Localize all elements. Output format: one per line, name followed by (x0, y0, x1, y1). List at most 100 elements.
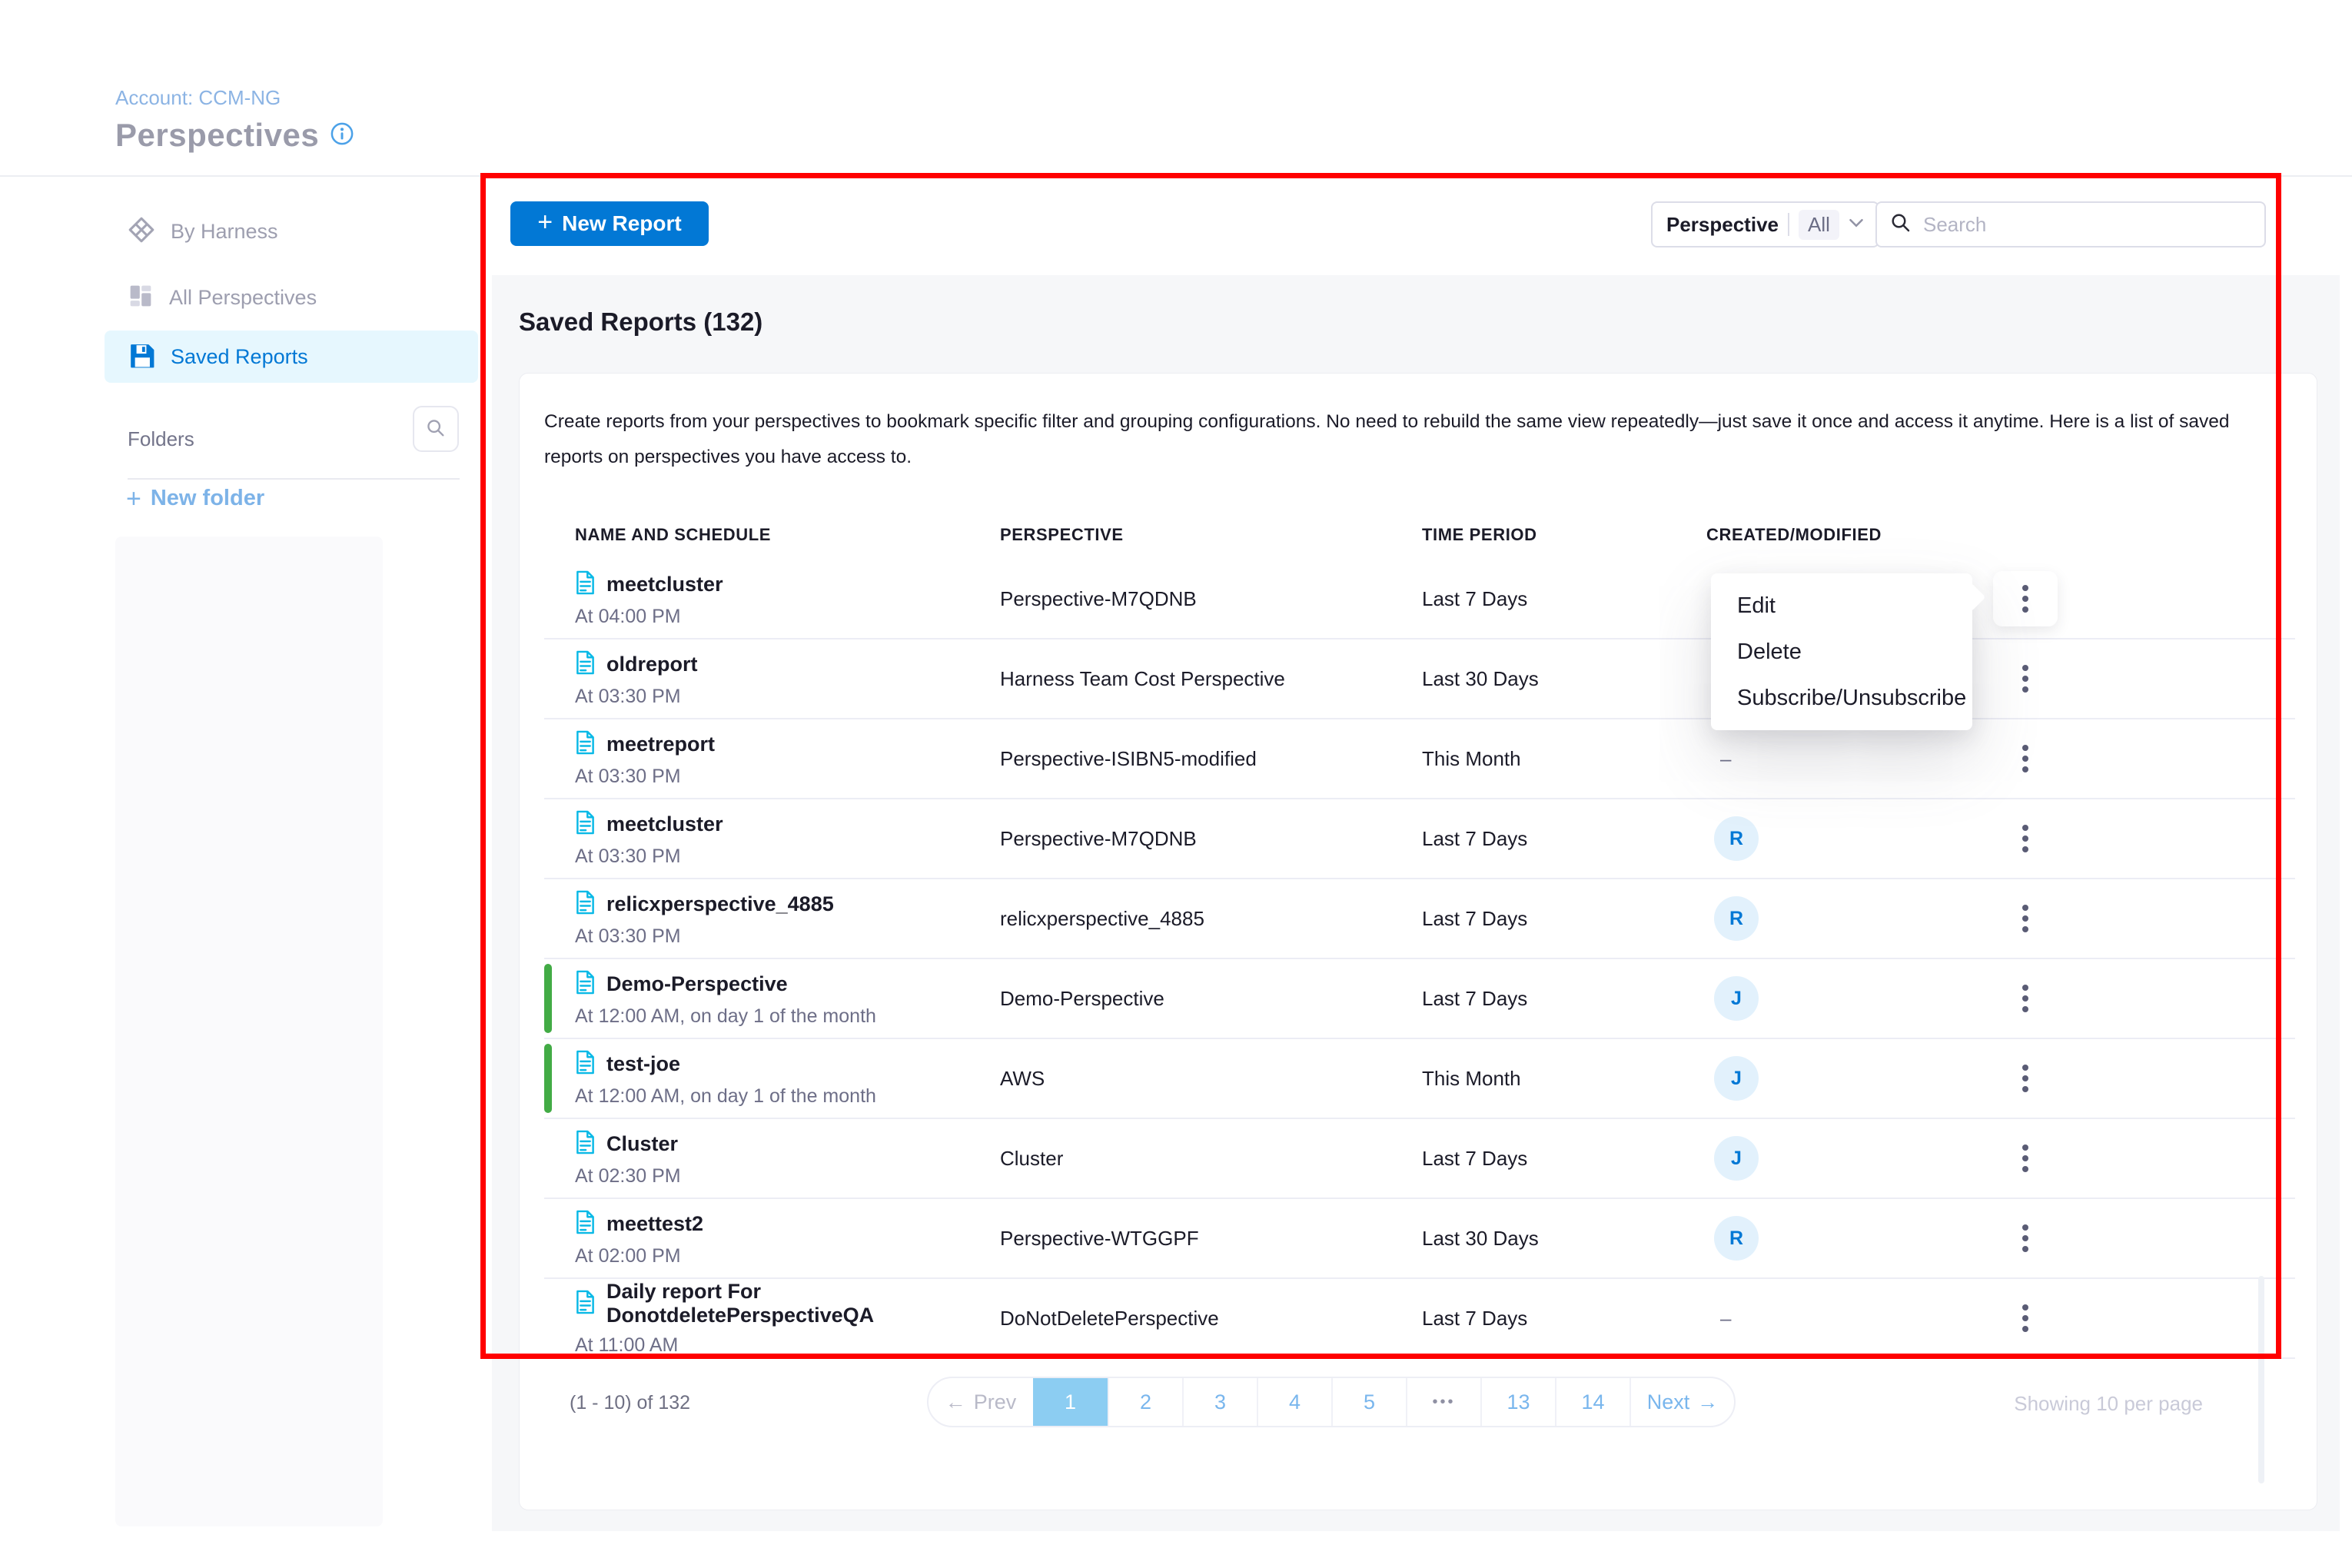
report-schedule: At 11:00 AM (575, 1334, 1000, 1357)
row-menu-button[interactable] (1993, 1051, 2058, 1106)
row-menu-button[interactable] (1993, 1131, 2058, 1186)
menu-item-subscribe[interactable]: Subscribe/Unsubscribe (1711, 675, 1972, 721)
pager-page-5[interactable]: 5 (1331, 1378, 1406, 1426)
table-row: Daily report For DonotdeletePerspectiveQ… (544, 1279, 2295, 1359)
plus-icon: + (126, 487, 141, 510)
created-by-badge: R (1714, 896, 1759, 941)
report-name: test-joe (606, 1052, 680, 1076)
filter-label: Perspective (1666, 213, 1779, 237)
report-schedule: At 02:30 PM (575, 1165, 1000, 1188)
row-menu-button[interactable] (1993, 1291, 2058, 1346)
reports-search-box (1875, 201, 2266, 247)
pager-page-2[interactable]: 2 (1108, 1378, 1182, 1426)
cell-time-period: Last 7 Days (1422, 560, 1706, 638)
pager-page-14[interactable]: 14 (1555, 1378, 1629, 1426)
sidebar-item-label: Saved Reports (171, 345, 308, 369)
pager-page-13[interactable]: 13 (1480, 1378, 1555, 1426)
created-by-badge: R (1714, 1216, 1759, 1261)
sidebar-item-by-harness[interactable]: By Harness (105, 208, 478, 255)
chevron-down-icon (1849, 218, 1864, 232)
kebab-icon (2022, 1304, 2028, 1332)
pager-prev-button[interactable]: ← Prev (929, 1378, 1033, 1426)
row-menu-button[interactable] (1993, 651, 2058, 706)
sidebar-item-saved-reports[interactable]: Saved Reports (105, 331, 478, 383)
cell-perspective: Perspective-ISIBN5-modified (1000, 719, 1422, 798)
sidebar-item-label: All Perspectives (169, 286, 317, 310)
table-row: test-joe At 12:00 AM, on day 1 of the mo… (544, 1039, 2295, 1119)
cell-perspective: relicxperspective_4885 (1000, 879, 1422, 958)
report-schedule: At 12:00 AM, on day 1 of the month (575, 1085, 1000, 1108)
column-header-created-modified: CREATED/MODIFIED (1706, 525, 1993, 545)
report-name: meettest2 (606, 1212, 703, 1236)
saved-reports-card: Create reports from your perspectives to… (519, 373, 2317, 1510)
menu-item-delete[interactable]: Delete (1711, 629, 1972, 675)
report-schedule: At 03:30 PM (575, 845, 1000, 868)
report-name: oldreport (606, 653, 698, 676)
report-schedule: At 04:00 PM (575, 606, 1000, 628)
next-label: Next (1647, 1390, 1690, 1414)
pager-page-3[interactable]: 3 (1182, 1378, 1257, 1426)
row-menu-button[interactable] (1993, 971, 2058, 1026)
table-body: meetcluster At 04:00 PM Perspective-M7QD… (544, 560, 2295, 1359)
document-icon (575, 810, 596, 839)
column-header-time-period: TIME PERIOD (1422, 525, 1706, 545)
kebab-icon (2022, 985, 2028, 1012)
kebab-icon (2022, 665, 2028, 693)
search-icon (1889, 211, 1912, 238)
created-by-badge: – (1720, 747, 1731, 771)
kebab-icon (2022, 905, 2028, 932)
cell-perspective: DoNotDeletePerspective (1000, 1279, 1422, 1357)
menu-item-edit[interactable]: Edit (1711, 583, 1972, 629)
scrollbar[interactable] (2258, 1276, 2264, 1483)
new-report-button[interactable]: + New Report (510, 201, 709, 246)
folders-search-button[interactable] (413, 406, 459, 452)
created-by-badge: J (1714, 1136, 1759, 1181)
row-menu-button[interactable] (1993, 731, 2058, 786)
created-by-badge: R (1714, 816, 1759, 861)
pager-page-4[interactable]: 4 (1257, 1378, 1331, 1426)
kebab-icon (2022, 745, 2028, 772)
table-header-row: NAME AND SCHEDULE PERSPECTIVE TIME PERIO… (544, 510, 2295, 560)
row-menu-button[interactable] (1993, 1211, 2058, 1266)
document-icon (575, 1130, 596, 1158)
kebab-icon (2022, 1065, 2028, 1092)
document-icon (575, 1050, 596, 1078)
account-breadcrumb[interactable]: Account: CCM-NG (115, 86, 281, 110)
folders-empty-panel (115, 537, 383, 1526)
row-menu-button[interactable] (1993, 891, 2058, 946)
row-context-menu: Edit Delete Subscribe/Unsubscribe (1711, 573, 1972, 730)
filter-selected-value: All (1799, 210, 1839, 240)
card-description: Create reports from your perspectives to… (544, 404, 2263, 475)
report-name: meetreport (606, 733, 715, 756)
row-menu-button[interactable] (1993, 571, 2058, 626)
perspective-filter-dropdown[interactable]: Perspective All (1651, 201, 1879, 247)
info-icon[interactable] (330, 121, 354, 150)
pagination-range: (1 - 10) of 132 (570, 1392, 690, 1414)
column-header-name: NAME AND SCHEDULE (544, 525, 1000, 545)
kebab-icon (2022, 1144, 2028, 1172)
document-icon (575, 1290, 596, 1318)
pager-next-button[interactable]: Next → (1629, 1378, 1734, 1426)
harness-icon (128, 216, 155, 247)
report-name: Daily report For DonotdeletePerspectiveQ… (606, 1280, 1000, 1327)
new-folder-button[interactable]: + New folder (126, 486, 264, 511)
created-by-badge: J (1714, 1056, 1759, 1101)
cell-time-period: This Month (1422, 719, 1706, 798)
search-input[interactable] (1923, 213, 2252, 237)
sidebar-item-all-perspectives[interactable]: All Perspectives (105, 274, 478, 321)
cell-time-period: Last 30 Days (1422, 1199, 1706, 1277)
row-menu-button[interactable] (1993, 811, 2058, 866)
cell-time-period: This Month (1422, 1039, 1706, 1118)
document-icon (575, 890, 596, 919)
cell-time-period: Last 30 Days (1422, 639, 1706, 718)
table-row: relicxperspective_4885 At 03:30 PM relic… (544, 879, 2295, 959)
cell-perspective: Perspective-M7QDNB (1000, 560, 1422, 638)
column-header-perspective: PERSPECTIVE (1000, 525, 1422, 545)
cell-time-period: Last 7 Days (1422, 879, 1706, 958)
pager-page-1[interactable]: 1 (1033, 1378, 1108, 1426)
pager-ellipsis[interactable]: ••• (1406, 1378, 1480, 1426)
pagination-bar: (1 - 10) of 132 ← Prev 12345•••1314 Next… (520, 1377, 2317, 1432)
saved-reports-heading: Saved Reports (132) (519, 307, 762, 337)
cell-time-period: Last 7 Days (1422, 959, 1706, 1038)
folders-divider (128, 478, 460, 480)
